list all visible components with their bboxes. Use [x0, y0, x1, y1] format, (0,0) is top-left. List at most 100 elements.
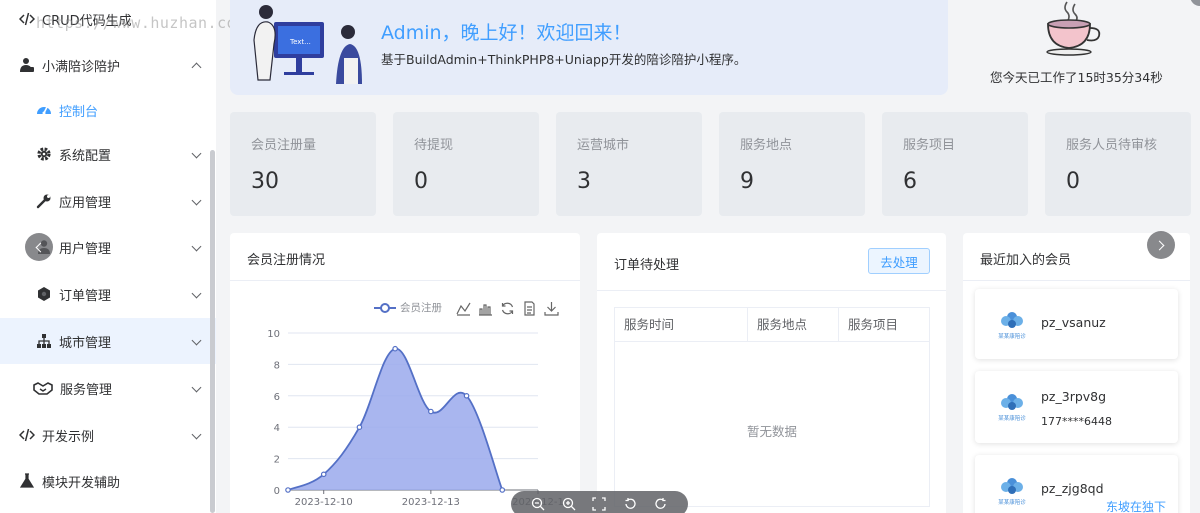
zoom-in-icon[interactable]	[562, 497, 576, 511]
worktime-panel: 您今天已工作了15时35分34秒	[960, 0, 1200, 95]
svg-text:某某康陪诊: 某某康陪诊	[998, 332, 1026, 340]
svg-text:某某康陪诊: 某某康陪诊	[998, 414, 1026, 422]
svg-text:Text...: Text...	[289, 38, 311, 46]
stat-label: 待提现	[414, 138, 454, 153]
prev-arrow-button[interactable]	[25, 233, 53, 261]
chevron-down-icon	[191, 382, 202, 393]
flask-icon	[19, 473, 35, 489]
sidebar-item-dashboard[interactable]: 控制台	[0, 87, 216, 133]
stat-card: 待提现 0	[393, 112, 539, 216]
sidebar-item-label: 应用管理	[59, 195, 112, 211]
sidebar-item-label: 城市管理	[59, 335, 112, 351]
y-tick-label: 10	[267, 329, 280, 340]
welcome-title: Admin，晚上好！欢迎回来！	[381, 22, 632, 44]
sidebar-item-app-management[interactable]: 应用管理	[0, 178, 216, 224]
x-tick-label: 2023-12-13	[402, 497, 460, 508]
code-icon	[19, 427, 35, 443]
x-tick-label: 2023-12-10	[295, 497, 353, 508]
process-button[interactable]: 去处理	[868, 248, 930, 274]
table-header-cell[interactable]: 服务时间	[615, 308, 748, 342]
sidebar-scrollbar[interactable]	[210, 150, 215, 513]
corner-button[interactable]	[1190, 0, 1200, 6]
chart-data-point	[499, 487, 506, 493]
stat-card: 会员注册量 30	[230, 112, 376, 216]
member-card[interactable]: 某某康陪诊 pz_vsanuz	[975, 289, 1178, 359]
chevron-down-icon	[191, 335, 202, 346]
welcome-banner: Text... Admin，晚上好！欢迎回来！ 基于BuildAdmin+Thi…	[230, 0, 948, 95]
stat-card: 服务项目 6	[882, 112, 1028, 216]
sidebar-item-service-management[interactable]: 服务管理	[0, 365, 216, 411]
member-name: pz_zjg8qd	[1041, 481, 1104, 496]
sidebar-item-order-management[interactable]: 订单管理	[0, 271, 216, 317]
stat-value: 3	[577, 169, 591, 194]
stat-value: 30	[251, 169, 279, 194]
sidebar-item-label: 开发示例	[42, 429, 95, 445]
members-panel: 最近加入的会员 某某康陪诊 pz_vsanuz 某某康陪诊 pz_3rpv8g …	[963, 233, 1190, 513]
sidebar-item-label: 小满陪诊陪护	[42, 59, 121, 75]
legend-label: 会员注册	[400, 302, 442, 314]
sidebar-item-module-dev[interactable]: 模块开发辅助	[0, 458, 216, 504]
stat-value: 0	[414, 169, 428, 194]
welcome-subtitle: 基于BuildAdmin+ThinkPHP8+Uniapp开发的陪诊陪护小程序。	[381, 52, 747, 67]
panel-title: 订单待处理	[614, 258, 680, 273]
y-tick-label: 8	[274, 360, 280, 371]
member-phone: 177****6448	[1041, 415, 1112, 428]
zoom-out-icon[interactable]	[531, 497, 545, 511]
handshake-icon	[33, 380, 53, 396]
member-name: pz_3rpv8g	[1041, 389, 1107, 404]
line-chart-icon[interactable]	[456, 301, 471, 316]
panel-title: 最近加入的会员	[980, 253, 1072, 268]
chart-area-fill	[288, 348, 503, 490]
sidebar-item-dev-examples[interactable]: 开发示例	[0, 412, 216, 458]
stat-label: 运营城市	[577, 138, 630, 153]
stat-value: 9	[740, 169, 754, 194]
sitemap-icon	[36, 333, 52, 349]
registration-panel: 会员注册情况 会员注册 02468102023-12-102023-12-132…	[230, 233, 580, 513]
empty-text: 暂无数据	[746, 424, 797, 439]
dashboard-icon	[36, 102, 52, 118]
download-icon[interactable]	[544, 301, 559, 316]
chevron-down-icon	[191, 288, 202, 299]
bottom-link[interactable]: 东坡在独下	[1106, 498, 1166, 513]
chart-legend[interactable]: 会员注册	[374, 300, 442, 315]
member-logo: 某某康陪诊	[998, 312, 1026, 340]
next-arrow-button[interactable]	[1147, 231, 1175, 259]
chart-data-point	[463, 393, 470, 399]
table-header-cell[interactable]: 服务地点	[748, 308, 839, 342]
fullscreen-icon[interactable]	[592, 497, 607, 511]
chevron-right-icon	[1154, 240, 1165, 250]
member-logo: 某某康陪诊	[998, 394, 1026, 422]
sidebar-item-system-config[interactable]: 系统配置	[0, 131, 216, 177]
chart-data-point	[285, 487, 291, 493]
legend-line-icon	[374, 302, 396, 313]
chart-data-point	[392, 345, 398, 352]
chevron-down-icon	[191, 429, 202, 440]
rotate-right-icon[interactable]	[654, 497, 668, 511]
stat-card: 服务地点 9	[719, 112, 865, 216]
stat-label: 服务人员待审核	[1066, 138, 1158, 153]
sidebar-item-escort[interactable]: 小满陪诊陪护	[0, 42, 216, 88]
y-tick-label: 2	[274, 455, 280, 466]
stat-label: 服务地点	[740, 138, 793, 153]
bar-chart-icon[interactable]	[478, 301, 493, 316]
member-logo: 某某康陪诊	[998, 478, 1026, 506]
rotate-left-icon[interactable]	[623, 497, 637, 511]
sidebar-item-label: 订单管理	[59, 288, 112, 304]
chart-toolbox	[456, 301, 559, 316]
registration-chart: 02468102023-12-102023-12-132023-12-1	[267, 329, 564, 508]
refresh-icon[interactable]	[500, 301, 515, 316]
stat-value: 6	[903, 169, 917, 194]
stat-label: 服务项目	[903, 138, 956, 153]
panel-title: 会员注册情况	[247, 253, 326, 268]
table-header-cell[interactable]: 服务项目	[839, 308, 929, 342]
sidebar-item-label: 模块开发辅助	[42, 475, 121, 491]
member-card[interactable]: 某某康陪诊 pz_3rpv8g 177****6448	[975, 371, 1178, 443]
welcome-illustration: Text...	[253, 5, 362, 84]
table-header: 服务时间 服务地点 服务项目	[615, 308, 929, 342]
stat-card: 运营城市 3	[556, 112, 702, 216]
wrench-icon	[36, 193, 52, 209]
image-viewer-toolbar	[511, 491, 688, 513]
stat-value: 0	[1066, 169, 1080, 194]
sidebar-item-city-management[interactable]: 城市管理	[0, 318, 216, 364]
data-view-icon[interactable]	[522, 301, 537, 316]
